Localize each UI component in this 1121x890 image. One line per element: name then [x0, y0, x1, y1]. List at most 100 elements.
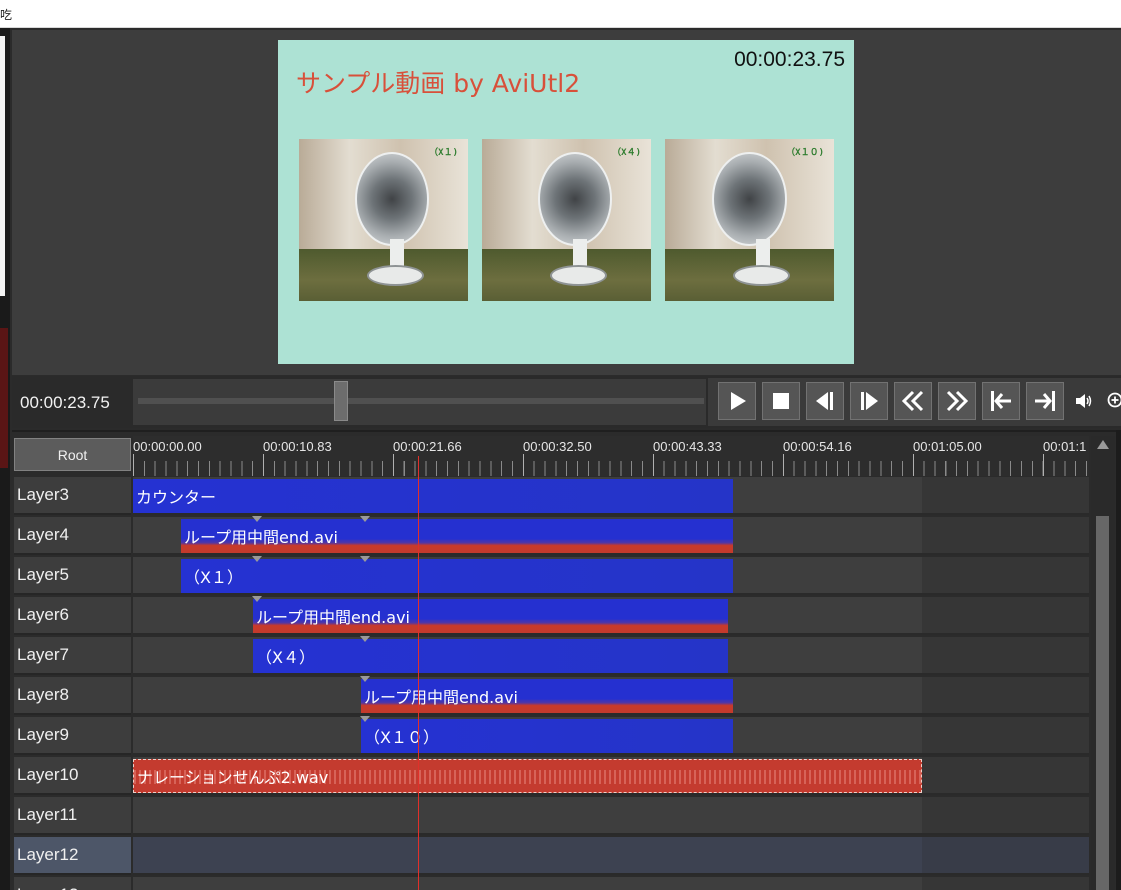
clip-video-layer8[interactable]: ループ用中間end.avi	[361, 679, 733, 713]
lane-unused-area	[922, 557, 1089, 593]
fast-forward-icon	[946, 390, 969, 412]
ruler-label: 00:00:00.00	[133, 439, 202, 454]
layer-label-11[interactable]: Layer11	[14, 797, 131, 835]
lane-unused-area	[922, 637, 1089, 673]
clip-marker	[360, 516, 370, 522]
fast-forward-button[interactable]	[938, 382, 976, 420]
clip-text-x4[interactable]: （X４）	[253, 639, 728, 673]
current-time: 00:00:23.75	[20, 393, 110, 412]
clip-label: ループ用中間end.avi	[184, 528, 338, 547]
thumbnail-label: （X１０)	[786, 148, 824, 158]
layer-lane-12[interactable]	[133, 837, 1089, 875]
layer-label-13[interactable]: Layer13	[14, 877, 131, 890]
play-icon	[731, 392, 746, 410]
seek-track[interactable]	[138, 398, 704, 404]
thumbnail-label: （X４)	[612, 148, 641, 158]
clip-marker	[252, 556, 262, 562]
layer-label-9[interactable]: Layer9	[14, 717, 131, 755]
adjacent-window-white	[0, 36, 5, 296]
ruler-label: 00:00:10.83	[263, 439, 332, 454]
clip-marker	[360, 716, 370, 722]
preview-title: サンプル動画 by AviUtl2	[296, 69, 581, 98]
clip-label: （X１）	[184, 568, 243, 587]
root-button[interactable]: Root	[14, 438, 131, 471]
clip-counter[interactable]: カウンター	[133, 479, 733, 513]
fan-neck	[756, 239, 770, 269]
ruler-label: 00:00:54.16	[783, 439, 852, 454]
clip-label: （X４）	[256, 648, 315, 667]
layer-label-3[interactable]: Layer3	[14, 477, 131, 515]
lane-unused-area	[922, 477, 1089, 513]
fan-head	[712, 151, 787, 246]
rewind-button[interactable]	[894, 382, 932, 420]
layer-label-8[interactable]: Layer8	[14, 677, 131, 715]
layer-label-4[interactable]: Layer4	[14, 517, 131, 555]
clip-label: カウンター	[136, 488, 217, 507]
lane-unused-area	[922, 597, 1089, 633]
prev-frame-icon	[816, 392, 833, 410]
speaker-icon[interactable]	[1074, 391, 1094, 411]
play-button[interactable]	[718, 382, 756, 420]
app-window: 吃 00:00:23.75 サンプル動画 by AviUtl2 （X１) （X４…	[0, 0, 1121, 890]
adjacent-window-edge	[0, 28, 10, 890]
lane-unused-area	[922, 797, 1089, 833]
clip-label: ループ用中間end.avi	[256, 608, 410, 627]
fan-neck	[390, 239, 404, 269]
preview-canvas[interactable]: 00:00:23.75 サンプル動画 by AviUtl2 （X１) （X４) …	[278, 40, 854, 364]
clip-marker	[252, 516, 262, 522]
timeline-vertical-scrollbar[interactable]	[1091, 436, 1115, 890]
fan-thumbnail-2: （X４)	[482, 139, 651, 301]
clip-label: ナレーションせんぷ2.wav	[137, 768, 329, 787]
fan-neck	[573, 239, 587, 269]
scroll-up-icon[interactable]	[1097, 440, 1109, 449]
clip-marker	[360, 556, 370, 562]
layer-label-12[interactable]: Layer12	[14, 837, 131, 875]
layer-label-7[interactable]: Layer7	[14, 637, 131, 675]
title-bar: 吃	[0, 0, 1121, 28]
seek-handle[interactable]	[334, 381, 348, 421]
layer-lane-13[interactable]	[133, 877, 1089, 890]
ruler-label: 00:00:21.66	[393, 439, 462, 454]
next-frame-button[interactable]	[850, 382, 888, 420]
clip-marker	[360, 636, 370, 642]
clip-video-layer4[interactable]: ループ用中間end.avi	[181, 519, 733, 553]
fan-thumbnail-3: （X１０)	[665, 139, 834, 301]
clip-marker	[252, 596, 262, 602]
prev-frame-button[interactable]	[806, 382, 844, 420]
playhead[interactable]	[418, 456, 419, 890]
zoom-in-icon[interactable]	[1106, 390, 1121, 412]
ruler-label: 00:01:1	[1043, 439, 1087, 454]
layer-label-10[interactable]: Layer10	[14, 757, 131, 795]
go-to-end-button[interactable]	[1026, 382, 1064, 420]
ruler-label: 00:01:05.00	[913, 439, 982, 454]
layer-label-6[interactable]: Layer6	[14, 597, 131, 635]
time-ruler[interactable]: 00:00:00.00 00:00:10.83 00:00:21.66 00:0…	[133, 436, 1089, 476]
go-to-start-icon	[991, 391, 1011, 411]
stop-button[interactable]	[762, 382, 800, 420]
go-to-end-icon	[1035, 391, 1055, 411]
clip-audio-narration[interactable]: ナレーションせんぷ2.wav	[133, 759, 922, 793]
rewind-icon	[901, 390, 924, 412]
stop-icon	[773, 393, 789, 409]
clip-marker	[360, 676, 370, 682]
layer-label-5[interactable]: Layer5	[14, 557, 131, 595]
lane-unused-area	[922, 837, 1089, 873]
scrollbar-thumb[interactable]	[1096, 516, 1109, 890]
clip-text-x1[interactable]: （X１）	[181, 559, 733, 593]
lane-unused-area	[922, 717, 1089, 753]
ruler-major-ticks	[133, 454, 1089, 476]
lane-unused-area	[922, 877, 1089, 890]
clip-video-layer6[interactable]: ループ用中間end.avi	[253, 599, 728, 633]
fan-thumbnail-1: （X１)	[299, 139, 468, 301]
thumbnail-label: （X１)	[429, 148, 458, 158]
clip-label: ループ用中間end.avi	[364, 688, 518, 707]
layer-lane-11[interactable]	[133, 797, 1089, 835]
preview-timecode: 00:00:23.75	[734, 48, 845, 71]
go-to-start-button[interactable]	[982, 382, 1020, 420]
lane-unused-area	[922, 757, 1089, 793]
timeline-border	[12, 430, 1116, 432]
lane-unused-area	[922, 677, 1089, 713]
window-edge	[1116, 430, 1121, 890]
clip-label: （X１０）	[364, 728, 439, 747]
clip-text-x10[interactable]: （X１０）	[361, 719, 733, 753]
